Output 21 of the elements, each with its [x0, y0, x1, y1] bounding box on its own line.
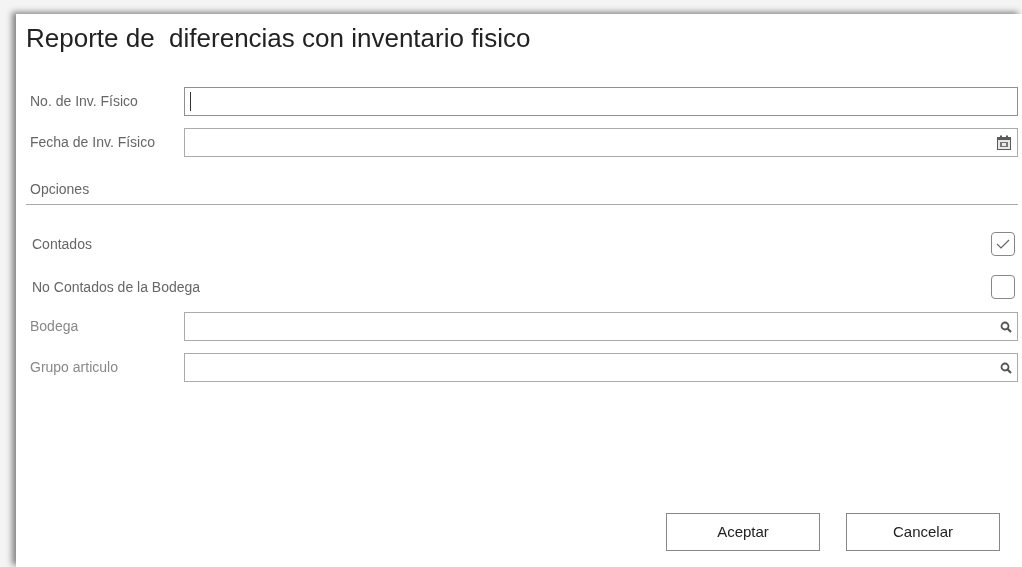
text-caret — [190, 92, 191, 111]
checkbox-label: Contados — [32, 234, 92, 254]
checkmark-icon — [996, 239, 1010, 249]
field-label: No. de Inv. Físico — [30, 92, 139, 111]
search-icon[interactable] — [1000, 361, 1012, 374]
field-label: Fecha de Inv. Físico — [30, 133, 156, 152]
lookup-field[interactable] — [184, 353, 1018, 382]
dialog-button[interactable]: Aceptar — [666, 513, 820, 551]
field-label: Grupo articulo — [30, 358, 119, 377]
dialog-title: Reporte de diferencias con inventario fisico — [26, 22, 532, 54]
field-label: Bodega — [30, 317, 80, 336]
calendar-icon[interactable] — [996, 134, 1012, 151]
checkbox[interactable] — [991, 232, 1015, 256]
date-field[interactable] — [184, 128, 1018, 157]
checkbox[interactable] — [991, 275, 1015, 299]
checkbox-label: No Contados de la Bodega — [32, 277, 201, 297]
search-icon[interactable] — [1000, 320, 1012, 333]
input-field[interactable] — [184, 87, 1018, 116]
section-header: Opciones — [26, 179, 1018, 205]
lookup-field[interactable] — [184, 312, 1018, 341]
dialog-button[interactable]: Cancelar — [846, 513, 1000, 551]
